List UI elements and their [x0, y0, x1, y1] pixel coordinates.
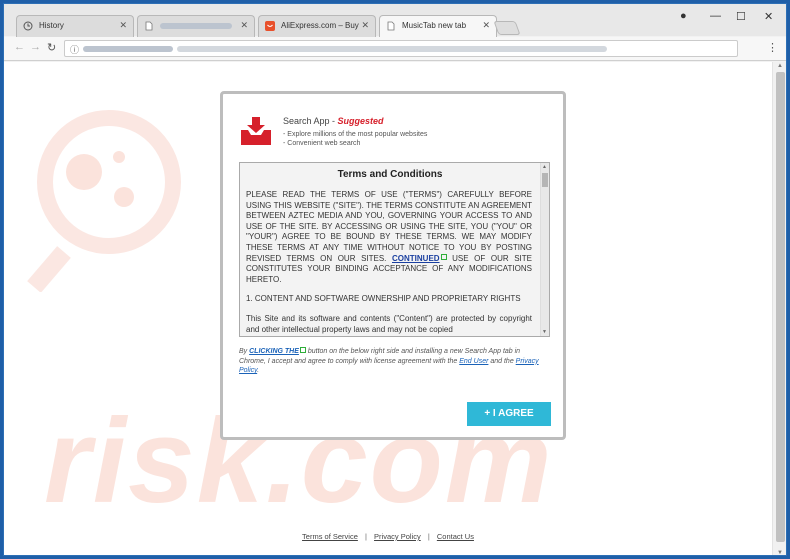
end-user-link[interactable]: End User: [459, 358, 488, 365]
magnifier-watermark-icon: [27, 110, 181, 292]
profile-icon[interactable]: ●: [680, 10, 687, 22]
terms-paragraph: This Site and its software and contents …: [246, 313, 532, 334]
page-footer: Terms of Service | Privacy Policy | Cont…: [4, 532, 772, 541]
history-icon: [23, 21, 33, 31]
site-info-icon[interactable]: ⓘ: [70, 43, 79, 56]
terms-of-service-link[interactable]: Terms of Service: [302, 532, 358, 541]
reload-button[interactable]: ↻: [47, 41, 56, 54]
terms-paragraph: PLEASE READ THE TERMS OF USE ("TERMS") C…: [246, 190, 532, 285]
close-tab-icon[interactable]: ✕: [119, 20, 127, 31]
page-icon: [144, 21, 154, 31]
agree-button[interactable]: + I AGREE: [467, 402, 551, 426]
consent-part: and the: [488, 357, 516, 365]
terms-title: Terms and Conditions: [337, 169, 443, 180]
close-window-button[interactable]: ✕: [764, 10, 773, 23]
tab-aliexpress[interactable]: AliExpress.com – Buy ch ✕: [258, 15, 376, 37]
browser-toolbar: ← → ↻ ⓘ ⋮: [4, 37, 786, 61]
feature-2: - Convenient web search: [283, 140, 361, 147]
install-dialog: Search App - Suggested - Explore million…: [220, 91, 566, 440]
suggested-label: Suggested: [337, 116, 384, 126]
app-title: Search App - Suggested: [283, 116, 384, 126]
terms-section-heading: 1. CONTENT AND SOFTWARE OWNERSHIP AND PR…: [246, 294, 521, 304]
close-tab-icon[interactable]: ✕: [482, 20, 490, 31]
clicking-the-link[interactable]: CLICKING THE: [249, 348, 299, 355]
footer-separator: |: [364, 532, 367, 541]
tab-blurred-url[interactable]: ✕: [137, 15, 255, 37]
close-tab-icon[interactable]: ✕: [361, 20, 369, 31]
tab-history[interactable]: History ✕: [16, 15, 134, 37]
feature-1: - Explore millions of the most popular w…: [283, 131, 428, 138]
page-content: risk.com Search App - Suggested - Explor…: [4, 62, 772, 555]
page-scroll-thumb[interactable]: [776, 72, 785, 542]
tab-label: History: [39, 21, 64, 30]
blurred-url-path: [177, 46, 607, 52]
new-tab-button[interactable]: [493, 21, 521, 35]
consent-part: .: [257, 367, 260, 374]
aliexpress-icon: [265, 21, 275, 31]
scroll-up-icon[interactable]: ▲: [542, 164, 547, 170]
tab-label: MusicTab new tab: [402, 21, 467, 30]
contact-us-link[interactable]: Contact Us: [437, 532, 474, 541]
address-bar[interactable]: ⓘ: [64, 40, 738, 57]
consent-part: By: [239, 348, 250, 355]
download-tray-icon: [239, 116, 273, 146]
terms-body: PLEASE READ THE TERMS OF USE ("TERMS") C…: [246, 190, 532, 336]
tab-strip: History ✕ ✕ AliExpress.com – Buy ch ✕ Mu…: [4, 4, 786, 37]
close-tab-icon[interactable]: ✕: [240, 20, 248, 31]
scroll-up-icon[interactable]: ▲: [777, 63, 783, 69]
page-scrollbar[interactable]: ▲ ▼: [772, 62, 786, 555]
app-name: Search App: [283, 116, 330, 126]
terms-scrollbar[interactable]: ▲ ▼: [540, 163, 549, 336]
blurred-tab-title: [160, 22, 232, 29]
blurred-url: [83, 46, 173, 52]
minimize-button[interactable]: —: [710, 10, 721, 22]
app-title-dash: -: [329, 116, 338, 126]
scroll-down-icon[interactable]: ▼: [542, 329, 547, 335]
terms-text: PLEASE READ THE TERMS OF USE ("TERMS") C…: [246, 190, 532, 263]
consent-text: By CLICKING THE button on the below righ…: [239, 347, 539, 376]
terms-scroll-thumb[interactable]: [542, 173, 548, 187]
scroll-down-icon[interactable]: ▼: [777, 550, 783, 555]
footer-privacy-link[interactable]: Privacy Policy: [374, 532, 421, 541]
back-button[interactable]: ←: [14, 41, 25, 53]
tab-label: AliExpress.com – Buy ch: [281, 21, 361, 30]
menu-icon[interactable]: ⋮: [767, 41, 778, 54]
page-icon: [386, 21, 396, 31]
maximize-button[interactable]: ☐: [736, 10, 746, 23]
footer-separator: |: [427, 532, 430, 541]
terms-box[interactable]: Terms and Conditions PLEASE READ THE TER…: [239, 162, 550, 337]
continued-link[interactable]: CONTINUED: [392, 254, 440, 263]
browser-window: History ✕ ✕ AliExpress.com – Buy ch ✕ Mu…: [3, 3, 787, 556]
forward-button[interactable]: →: [30, 41, 41, 53]
tab-musictab[interactable]: MusicTab new tab ✕: [379, 15, 497, 37]
